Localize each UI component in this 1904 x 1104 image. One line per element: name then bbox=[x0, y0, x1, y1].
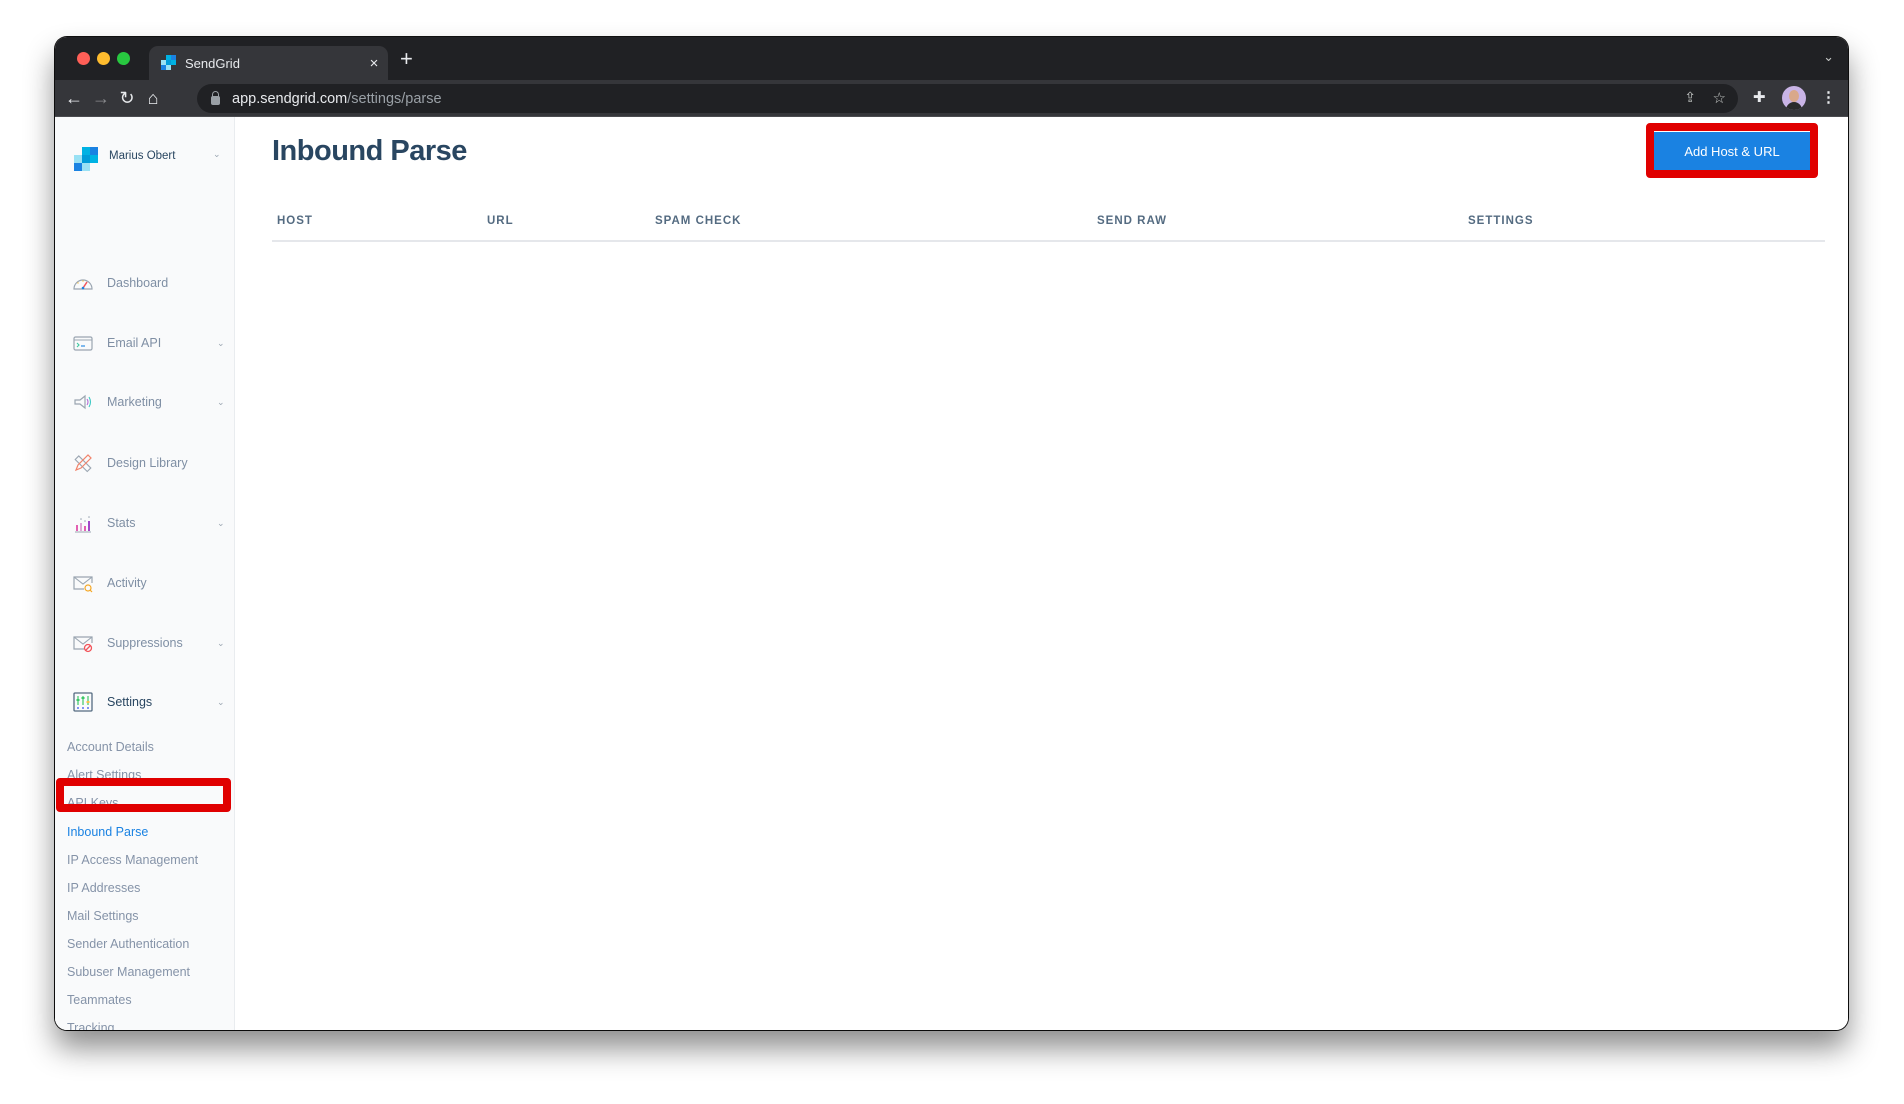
sidebar: Marius Obert ⌄ Dashboard Email API ⌄ Mar… bbox=[55, 117, 235, 1030]
sidebar-item-label: Design Library bbox=[107, 456, 188, 470]
sidebar-item-activity[interactable]: Activity bbox=[55, 565, 234, 601]
add-host-url-button[interactable]: Add Host & URL bbox=[1654, 132, 1810, 170]
marketing-megaphone-icon bbox=[74, 394, 92, 410]
sidebar-item-design-library[interactable]: Design Library bbox=[55, 445, 234, 481]
email-api-terminal-icon bbox=[73, 336, 93, 351]
forward-arrow-icon[interactable]: → bbox=[90, 86, 112, 110]
url-path: /settings/parse bbox=[347, 90, 442, 107]
sendgrid-logo-icon bbox=[74, 147, 98, 171]
settings-subitem-alert-settings[interactable]: Alert Settings bbox=[67, 765, 141, 785]
settings-subitem-ip-access-management[interactable]: IP Access Management bbox=[67, 850, 198, 870]
sidebar-item-label: Activity bbox=[107, 576, 147, 590]
maximize-window-button[interactable] bbox=[117, 52, 130, 65]
reload-icon[interactable]: ↻ bbox=[116, 86, 138, 110]
suppressions-envelope-block-icon bbox=[73, 636, 93, 653]
main-content: Inbound Parse Add Host & URL HOST URL SP… bbox=[236, 117, 1848, 1030]
settings-subitem-mail-settings[interactable]: Mail Settings bbox=[67, 906, 139, 926]
sidebar-item-label: Settings bbox=[107, 695, 153, 709]
chevron-down-icon: ⌄ bbox=[217, 337, 225, 348]
chevron-down-icon: ⌄ bbox=[217, 637, 225, 648]
address-bar[interactable]: app.sendgrid.com/settings/parse ⇪ ☆ bbox=[197, 84, 1738, 113]
sidebar-item-suppressions[interactable]: Suppressions ⌄ bbox=[55, 625, 234, 661]
tab-close-icon[interactable]: × bbox=[360, 55, 388, 72]
extensions-puzzle-icon[interactable]: ✚ bbox=[1753, 88, 1766, 106]
sidebar-item-label: Dashboard bbox=[107, 276, 169, 290]
sendgrid-favicon-icon bbox=[161, 55, 177, 71]
column-header-spam-check: SPAM CHECK bbox=[655, 215, 742, 227]
lock-icon[interactable] bbox=[211, 90, 220, 105]
profile-avatar[interactable] bbox=[1782, 86, 1806, 110]
sidebar-item-dashboard[interactable]: Dashboard bbox=[55, 265, 234, 301]
chevron-down-icon: ⌄ bbox=[213, 149, 221, 159]
dashboard-gauge-icon bbox=[73, 279, 93, 290]
design-library-pencil-ruler-icon bbox=[74, 454, 92, 473]
chevron-down-icon: ⌄ bbox=[217, 696, 225, 707]
tab-search-chevron-icon[interactable]: ⌄ bbox=[1823, 49, 1834, 65]
bookmark-star-icon[interactable]: ☆ bbox=[1713, 89, 1726, 107]
column-header-url: URL bbox=[487, 215, 514, 227]
close-window-button[interactable] bbox=[77, 52, 90, 65]
sidebar-item-label: Suppressions bbox=[107, 636, 183, 650]
settings-subitem-sender-authentication[interactable]: Sender Authentication bbox=[67, 934, 189, 954]
back-arrow-icon[interactable]: ← bbox=[63, 86, 85, 110]
account-switcher[interactable]: Marius Obert ⌄ bbox=[55, 117, 234, 187]
browser-tab-sendgrid[interactable]: SendGrid × bbox=[149, 46, 388, 80]
chevron-down-icon: ⌄ bbox=[217, 517, 225, 528]
tab-strip: SendGrid × + ⌄ bbox=[55, 37, 1848, 80]
column-header-settings: SETTINGS bbox=[1468, 215, 1534, 227]
sidebar-item-label: Stats bbox=[107, 516, 136, 530]
sidebar-item-stats[interactable]: Stats ⌄ bbox=[55, 505, 234, 541]
share-icon[interactable]: ⇪ bbox=[1684, 89, 1696, 106]
sidebar-item-label: Marketing bbox=[107, 395, 162, 409]
table-header-row: HOST URL SPAM CHECK SEND RAW SETTINGS bbox=[272, 205, 1825, 242]
activity-envelope-search-icon bbox=[73, 576, 93, 593]
sidebar-item-marketing[interactable]: Marketing ⌄ bbox=[55, 384, 234, 420]
sidebar-item-settings[interactable]: Settings ⌄ bbox=[55, 684, 234, 720]
page-viewport: Marius Obert ⌄ Dashboard Email API ⌄ Mar… bbox=[55, 117, 1848, 1030]
settings-subitem-teammates[interactable]: Teammates bbox=[67, 990, 132, 1010]
url-host: app.sendgrid.com bbox=[232, 90, 348, 107]
home-icon[interactable]: ⌂ bbox=[142, 86, 164, 110]
settings-subitem-subuser-management[interactable]: Subuser Management bbox=[67, 962, 190, 982]
page-title: Inbound Parse bbox=[272, 135, 467, 167]
column-header-send-raw: SEND RAW bbox=[1097, 215, 1167, 227]
column-header-host: HOST bbox=[277, 215, 313, 227]
new-tab-button[interactable]: + bbox=[400, 48, 413, 70]
sidebar-item-label: Email API bbox=[107, 336, 162, 350]
settings-sliders-icon bbox=[73, 692, 93, 712]
settings-subitem-api-keys[interactable]: API Keys bbox=[67, 793, 118, 813]
settings-subitem-account-details[interactable]: Account Details bbox=[67, 737, 154, 757]
settings-subitem-tracking[interactable]: Tracking bbox=[67, 1018, 114, 1030]
stats-bar-chart-icon bbox=[75, 516, 91, 533]
tab-title: SendGrid bbox=[185, 55, 240, 71]
account-name: Marius Obert bbox=[109, 150, 176, 162]
browser-toolbar: ← → ↻ ⌂ app.sendgrid.com/settings/parse … bbox=[55, 80, 1848, 117]
browser-menu-icon[interactable]: ⋮ bbox=[1821, 88, 1836, 106]
minimize-window-button[interactable] bbox=[97, 52, 110, 65]
settings-subitem-ip-addresses[interactable]: IP Addresses bbox=[67, 878, 140, 898]
browser-window: SendGrid × + ⌄ ← → ↻ ⌂ app.sendgrid.com /… bbox=[55, 37, 1848, 1030]
sidebar-item-email-api[interactable]: Email API ⌄ bbox=[55, 325, 234, 361]
chevron-down-icon: ⌄ bbox=[217, 396, 225, 407]
settings-subitem-inbound-parse[interactable]: Inbound Parse bbox=[67, 822, 148, 842]
